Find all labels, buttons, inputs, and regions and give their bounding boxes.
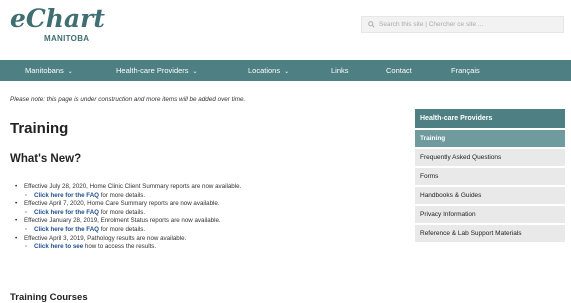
- nav-label: Health-care Providers: [116, 66, 189, 75]
- chevron-down-icon: ⌄: [67, 69, 73, 75]
- sidebar-menu: Health-care Providers Training Frequentl…: [415, 109, 565, 244]
- nav-item-health-care-providers[interactable]: Health-care Providers ⌄: [116, 66, 198, 75]
- link-suffix: for more details.: [98, 191, 146, 199]
- chevron-down-icon: ⌄: [284, 69, 290, 75]
- nav-label: Manitobans: [25, 66, 64, 75]
- sidebar-item-faq[interactable]: Frequently Asked Questions: [415, 149, 565, 166]
- nav-item-contact[interactable]: Contact: [386, 66, 412, 75]
- faq-link[interactable]: Click here for the FAQ: [34, 192, 99, 199]
- see-results-link[interactable]: Click here to see: [34, 243, 83, 250]
- training-courses-heading: Training Courses: [10, 292, 88, 303]
- search-icon: [368, 21, 375, 28]
- news-item: Effective July 28, 2020, Home Clinic Cli…: [10, 183, 390, 192]
- nav-item-francais[interactable]: Français: [451, 66, 480, 75]
- link-suffix: for more details.: [98, 208, 146, 216]
- logo-wordmark: eChart: [10, 4, 105, 33]
- nav-label: Contact: [386, 66, 412, 75]
- news-item: Effective April 3, 2019, Pathology resul…: [10, 235, 390, 244]
- main-nav: Manitobans ⌄ Health-care Providers ⌄ Locat…: [0, 60, 571, 81]
- nav-item-links[interactable]: Links: [331, 66, 349, 75]
- site-header: eChart MANITOBA: [0, 0, 571, 56]
- search-box[interactable]: [361, 16, 564, 33]
- nav-label: Français: [451, 66, 480, 75]
- echart-logo[interactable]: eChart MANITOBA: [10, 4, 105, 44]
- news-link-row: Click here to see how to access the resu…: [10, 243, 390, 252]
- news-item: Effective April 7, 2020, Home Care Summa…: [10, 200, 390, 209]
- nav-item-manitobans[interactable]: Manitobans ⌄: [25, 66, 73, 75]
- sidebar-item-handbooks[interactable]: Handbooks & Guides: [415, 187, 565, 204]
- faq-link[interactable]: Click here for the FAQ: [34, 226, 99, 233]
- whats-new-heading: What's New?: [10, 153, 82, 165]
- news-list: Effective July 28, 2020, Home Clinic Cli…: [10, 183, 390, 252]
- news-link-row: Click here for the FAQ for more details.: [10, 226, 390, 235]
- sidebar-item-training[interactable]: Training: [415, 130, 565, 147]
- search-input[interactable]: [379, 21, 559, 28]
- news-link-row: Click here for the FAQ for more details.: [10, 209, 390, 218]
- news-item: Effective January 28, 2019, Enrolment St…: [10, 217, 390, 226]
- link-suffix: how to access the results.: [83, 243, 157, 251]
- faq-link[interactable]: Click here for the FAQ: [34, 209, 99, 216]
- sidebar-item-forms[interactable]: Forms: [415, 168, 565, 185]
- chevron-down-icon: ⌄: [192, 69, 198, 75]
- nav-label: Locations: [248, 66, 281, 75]
- sidebar-heading[interactable]: Health-care Providers: [415, 109, 565, 128]
- nav-item-locations[interactable]: Locations ⌄: [248, 66, 289, 75]
- news-link-row: Click here for the FAQ for more details.: [10, 192, 390, 201]
- link-suffix: for more details.: [98, 225, 146, 233]
- logo-subtitle: MANITOBA: [44, 34, 90, 43]
- nav-label: Links: [331, 66, 349, 75]
- sidebar-item-reference[interactable]: Reference & Lab Support Materials: [415, 225, 565, 242]
- sidebar-item-privacy[interactable]: Privacy Information: [415, 206, 565, 223]
- page-title: Training: [10, 120, 69, 137]
- construction-notice: Please note: this page is under construc…: [10, 96, 246, 103]
